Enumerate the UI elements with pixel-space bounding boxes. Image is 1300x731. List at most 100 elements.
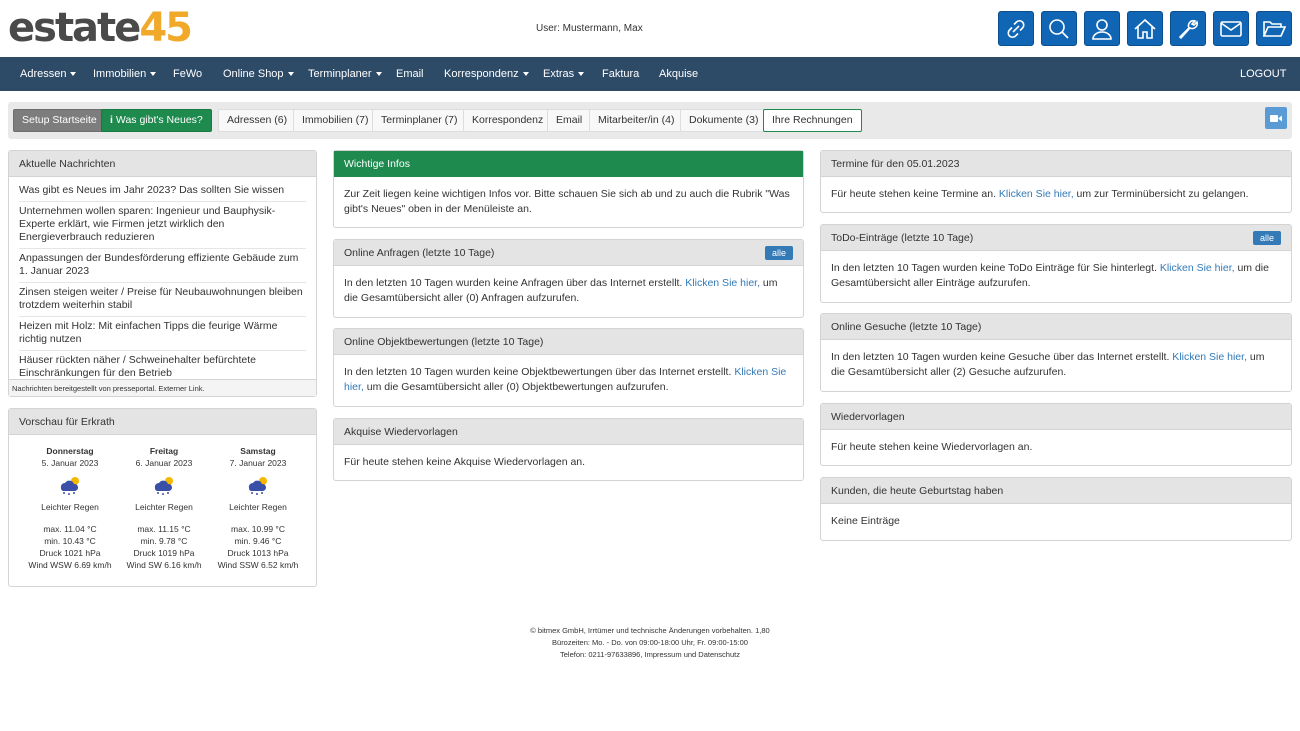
akquise-reminders-panel: Akquise Wiedervorlagen Für heute stehen … (333, 418, 804, 481)
tab-mitarbeiter[interactable]: Mitarbeiter/in (4) (589, 109, 684, 132)
appointments-title: Termine für den 05.01.2023 (821, 151, 1291, 177)
nav-label: Immobilien (93, 68, 147, 80)
click-here-link[interactable]: Klicken Sie hier, (1172, 351, 1247, 363)
click-here-link[interactable]: Klicken Sie hier, (685, 277, 760, 289)
logo-number: 45 (139, 5, 193, 51)
nav-item-extras[interactable]: Extras (543, 57, 585, 91)
weather-date: 6. Januar 2023 (135, 458, 193, 468)
nav-item-fewo[interactable]: FeWo (173, 57, 202, 91)
logo[interactable]: estate45 (8, 5, 193, 51)
wrench-icon[interactable] (1170, 11, 1206, 46)
nav-label: Faktura (602, 68, 640, 80)
tab-adressen[interactable]: Adressen (6) (218, 109, 297, 132)
nav-item-adressen[interactable]: Adressen (20, 57, 77, 91)
mail-icon[interactable] (1213, 11, 1249, 46)
nav-item-immobilien[interactable]: Immobilien (93, 57, 157, 91)
text-part: um die Gesamtübersicht aller (0) Objektb… (363, 381, 669, 393)
tab-korrespondenz[interactable]: Korrespondenz (463, 109, 553, 132)
nav-label: Adressen (20, 68, 67, 80)
nav-item-email[interactable]: Email (396, 57, 424, 91)
online-inquiries-panel: Online Anfragen (letzte 10 Tage) alle In… (333, 239, 804, 318)
text-part: In den letzten 10 Tagen wurden keine Anf… (344, 277, 686, 289)
online-requests-text: In den letzten 10 Tagen wurden keine Ges… (821, 340, 1291, 390)
news-item[interactable]: Was gibt es Neues im Jahr 2023? Das soll… (19, 181, 306, 202)
text-part: In den letzten 10 Tagen wurden keine ToD… (831, 262, 1160, 274)
main-nav: Adressen Immobilien FeWo Online Shop Ter… (0, 57, 1300, 91)
footer-contact[interactable]: Telefon: 0211-97633896, Impressum und Da… (0, 649, 1300, 661)
news-item[interactable]: Heizen mit Holz: Mit einfachen Tipps die… (19, 317, 306, 351)
tab-ihre-rechnungen[interactable]: Ihre Rechnungen (763, 109, 862, 132)
news-source-note: Nachrichten bereitgestellt von pressepor… (9, 379, 316, 396)
text-part: In den letzten 10 Tagen wurden keine Ges… (831, 351, 1173, 363)
news-item[interactable]: Unternehmen wollen sparen: Ingenieur und… (19, 202, 306, 249)
weather-date: 5. Januar 2023 (41, 458, 99, 468)
news-title: Aktuelle Nachrichten (9, 151, 316, 177)
whats-new-label: Was gibt's Neues? (115, 114, 203, 126)
nav-label: Online Shop (223, 68, 284, 80)
weather-min: min. 9.46 °C (234, 536, 282, 546)
reminders-text: Für heute stehen keine Wiedervorlagen an… (831, 441, 1033, 453)
video-camera-icon[interactable] (1265, 107, 1287, 129)
news-list: Was gibt es Neues im Jahr 2023? Das soll… (9, 177, 316, 384)
click-here-link[interactable]: Klicken Sie hier, (999, 188, 1074, 200)
logout-link[interactable]: LOGOUT (1240, 57, 1286, 91)
birthdays-panel: Kunden, die heute Geburtstag haben Keine… (820, 477, 1292, 541)
caret-down-icon (375, 72, 382, 77)
whats-new-button[interactable]: i Was gibt's Neues? (101, 109, 212, 132)
user-icon[interactable] (1084, 11, 1120, 46)
weather-pressure: Druck 1021 hPa (39, 548, 101, 558)
weather-day-name: Freitag (149, 446, 179, 456)
weather-day: Freitag 6. Januar 2023 Leichter Regen ma… (117, 445, 211, 571)
caret-down-icon (70, 72, 77, 77)
rain-cloud-icon (23, 471, 117, 499)
important-infos-title: Wichtige Infos (334, 151, 803, 177)
nav-item-akquise[interactable]: Akquise (659, 57, 698, 91)
start-toolbar: Setup Startseite i Was gibt's Neues? Adre… (8, 102, 1292, 139)
appointments-text: Für heute stehen keine Termine an. Klick… (821, 177, 1291, 212)
nav-label: FeWo (173, 68, 203, 80)
all-inquiries-button[interactable]: alle (764, 246, 793, 260)
important-infos-panel: Wichtige Infos Zur Zeit liegen keine wic… (333, 150, 804, 228)
tab-email[interactable]: Email (547, 109, 592, 132)
setup-startseite-button[interactable]: Setup Startseite (13, 109, 106, 132)
nav-item-faktura[interactable]: Faktura (602, 57, 639, 91)
birthdays-text: Keine Einträge (831, 515, 900, 527)
tab-terminplaner[interactable]: Terminplaner (7) (372, 109, 467, 132)
online-inquiries-title: Online Anfragen (letzte 10 Tage) (344, 247, 495, 259)
caret-down-icon (287, 72, 294, 77)
all-todos-button[interactable]: alle (1252, 231, 1281, 245)
weather-desc: Leichter Regen (135, 502, 193, 512)
todo-text: In den letzten 10 Tagen wurden keine ToD… (821, 251, 1291, 301)
weather-max: max. 11.15 °C (137, 524, 191, 534)
footer: © bitmex GmbH, Irrtümer und technische Ä… (0, 625, 1300, 661)
link-icon[interactable] (998, 11, 1034, 46)
news-item[interactable]: Anpassungen der Bundesförderung effizien… (19, 249, 306, 283)
weather-wind: Wind WSW 6.69 km/h (28, 560, 112, 570)
online-requests-panel: Online Gesuche (letzte 10 Tage) In den l… (820, 313, 1292, 392)
weather-max: max. 11.04 °C (43, 524, 97, 534)
weather-title: Vorschau für Erkrath (9, 409, 316, 435)
valuations-text: In den letzten 10 Tagen wurden keine Obj… (334, 355, 803, 405)
home-icon[interactable] (1127, 11, 1163, 46)
akquise-reminders-title: Akquise Wiedervorlagen (334, 419, 803, 445)
nav-label: Akquise (659, 68, 699, 80)
nav-item-online-shop[interactable]: Online Shop (223, 57, 294, 91)
click-here-link[interactable]: Klicken Sie hier, (1160, 262, 1235, 274)
weather-panel: Vorschau für Erkrath Donnerstag 5. Janua… (8, 408, 317, 587)
weather-desc: Leichter Regen (229, 502, 287, 512)
nav-label: Email (396, 68, 424, 80)
nav-item-korrespondenz[interactable]: Korrespondenz (444, 57, 529, 91)
weather-wind: Wind SW 6.16 km/h (126, 560, 202, 570)
folder-open-icon[interactable] (1256, 11, 1292, 46)
tab-dokumente[interactable]: Dokumente (3) (680, 109, 768, 132)
tab-immobilien[interactable]: Immobilien (7) (293, 109, 378, 132)
nav-item-terminplaner[interactable]: Terminplaner (308, 57, 382, 91)
weather-pressure: Druck 1019 hPa (133, 548, 195, 558)
weather-day: Samstag 7. Januar 2023 Leichter Regen ma… (211, 445, 305, 571)
info-icon: i (110, 114, 113, 126)
search-icon[interactable] (1041, 11, 1077, 46)
rain-cloud-icon (117, 471, 211, 499)
text-part: um zur Terminübersicht zu gelangen. (1073, 188, 1249, 200)
todo-panel: ToDo-Einträge (letzte 10 Tage) alle In d… (820, 224, 1292, 303)
news-item[interactable]: Zinsen steigen weiter / Preise für Neuba… (19, 283, 306, 317)
